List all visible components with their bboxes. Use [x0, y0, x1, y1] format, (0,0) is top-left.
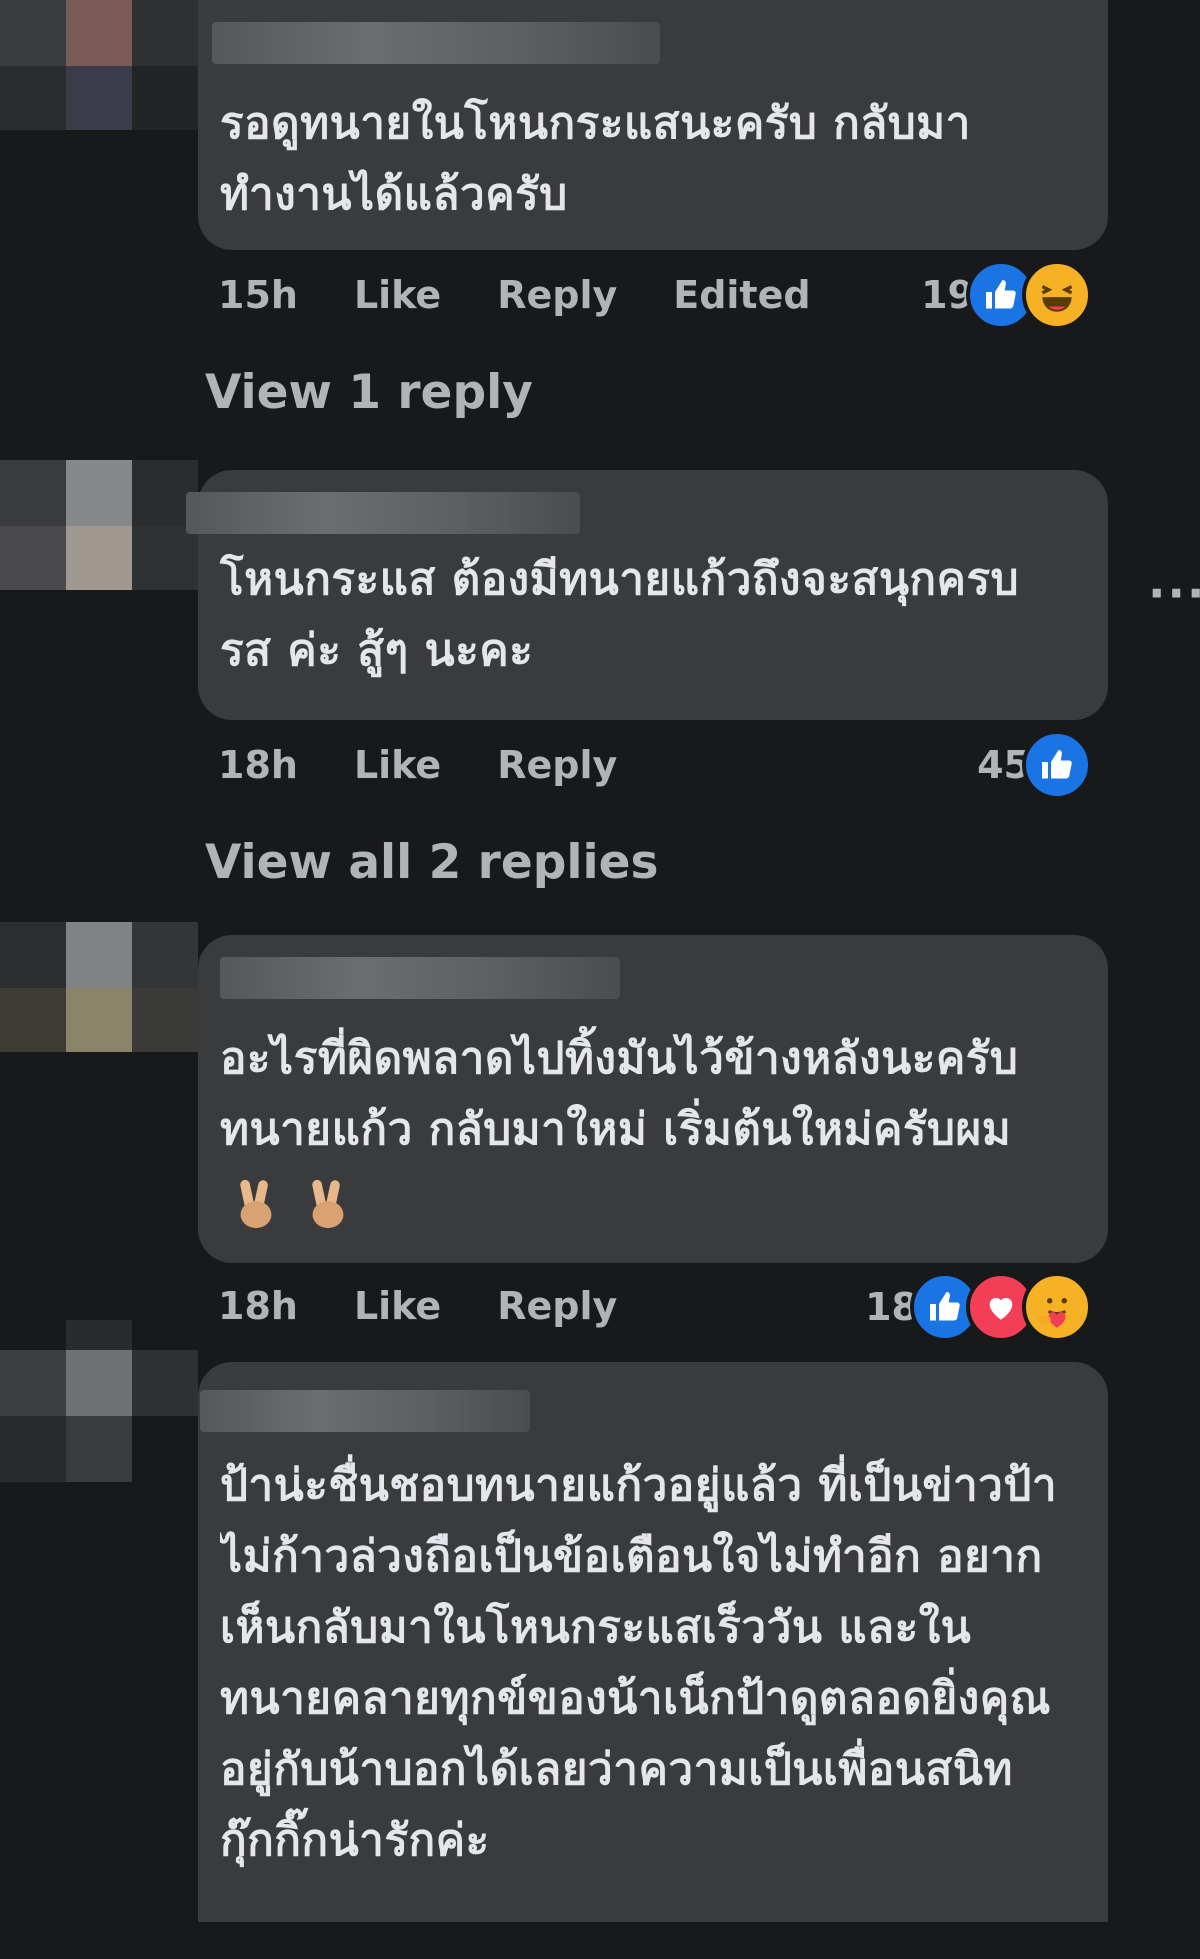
comment-bubble: รอดูทนายในโหนกระแสนะครับ กลับมาทำงานได้แ…	[198, 0, 1108, 250]
like-button[interactable]: Like	[354, 1284, 441, 1328]
comment-text-body: อะไรที่ผิดพลาดไปทิ้งมันไว้ข้างหลังนะครับ…	[220, 1033, 1019, 1155]
comment-text: ป้าน่ะชื่นชอบทนายแก้วอยู่แล้ว ที่เป็นข่า…	[220, 1460, 1058, 1866]
like-icon	[1022, 730, 1092, 800]
reply-button[interactable]: Reply	[497, 743, 617, 787]
comment-timestamp[interactable]: 18h	[218, 743, 298, 787]
reaction-summary[interactable]: 18	[865, 1272, 1092, 1342]
comment-bubble: ป้าน่ะชื่นชอบทนายแก้วอยู่แล้ว ที่เป็นข่า…	[198, 1362, 1108, 1922]
comment-timestamp[interactable]: 15h	[218, 273, 298, 317]
commenter-name-redacted[interactable]	[212, 22, 660, 64]
view-replies-link[interactable]: View all 2 replies	[205, 835, 658, 890]
comment-text: โหนกระแส ต้องมีทนายแก้วถึงจะสนุกครบรส ค่…	[220, 554, 1020, 676]
comment-timestamp[interactable]: 18h	[218, 1284, 298, 1328]
avatar[interactable]	[0, 922, 200, 1052]
avatar[interactable]	[0, 0, 200, 130]
comment-actions: 15h Like Reply Edited	[218, 265, 811, 325]
commenter-name-redacted[interactable]	[220, 957, 620, 999]
reply-button[interactable]: Reply	[497, 273, 617, 317]
reaction-summary[interactable]: 45	[977, 730, 1092, 800]
more-options-button[interactable]: ···	[1148, 566, 1200, 620]
edited-label: Edited	[673, 273, 811, 317]
comment-actions: 18h Like Reply	[218, 1276, 617, 1336]
care-icon	[1022, 1272, 1092, 1342]
view-replies-link[interactable]: View 1 reply	[205, 365, 533, 420]
reply-button[interactable]: Reply	[497, 1284, 617, 1328]
reaction-summary[interactable]: 19	[921, 260, 1092, 330]
like-button[interactable]: Like	[354, 273, 441, 317]
commenter-name-redacted[interactable]	[186, 492, 580, 534]
comment-text: อะไรที่ผิดพลาดไปทิ้งมันไว้ข้างหลังนะครับ…	[220, 1023, 1068, 1236]
comment-actions: 18h Like Reply	[218, 735, 617, 795]
like-button[interactable]: Like	[354, 743, 441, 787]
haha-icon	[1022, 260, 1092, 330]
victory-hand-icon	[312, 1179, 344, 1229]
comment-text: รอดูทนายในโหนกระแสนะครับ กลับมาทำงานได้แ…	[220, 98, 971, 220]
comment-bubble: โหนกระแส ต้องมีทนายแก้วถึงจะสนุกครบรส ค่…	[186, 470, 1108, 720]
commenter-name-redacted[interactable]	[200, 1390, 530, 1432]
avatar[interactable]	[0, 1320, 200, 1482]
comment-bubble: อะไรที่ผิดพลาดไปทิ้งมันไว้ข้างหลังนะครับ…	[198, 935, 1108, 1263]
avatar[interactable]	[0, 460, 200, 590]
victory-hand-icon	[240, 1179, 272, 1229]
